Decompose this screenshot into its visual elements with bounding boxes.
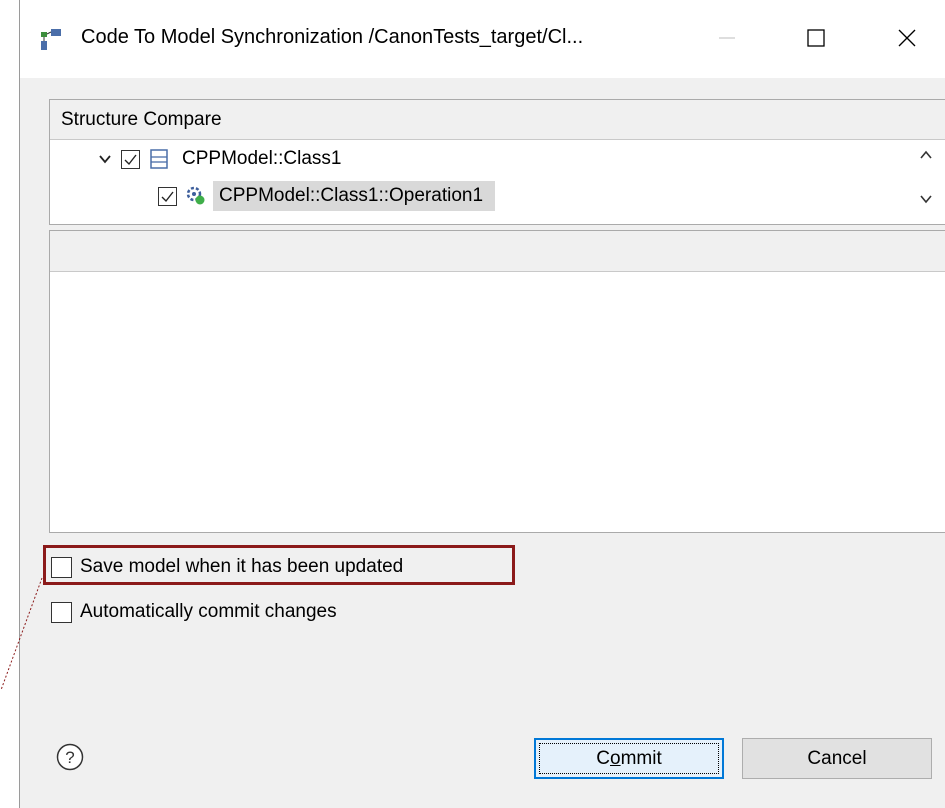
minimize-icon [719, 37, 735, 39]
scroll-down-button[interactable] [919, 192, 933, 211]
window-title: Code To Model Synchronization /CanonTest… [81, 26, 584, 48]
content-compare-header [50, 231, 945, 272]
auto-commit-option[interactable]: Automatically commit changes [51, 601, 337, 623]
save-model-option[interactable]: Save model when it has been updated [51, 556, 403, 578]
auto-commit-checkbox[interactable] [51, 601, 72, 623]
check-icon [161, 191, 174, 202]
structure-compare-panel: Structure Compare CPPModel::Class1 CPPMo… [49, 99, 945, 225]
sync-dialog: Code To Model Synchronization /CanonTest… [19, 0, 945, 808]
focus-ring [539, 743, 719, 774]
check-icon [124, 154, 137, 165]
auto-commit-label: Automatically commit changes [80, 601, 337, 622]
content-compare-panel [49, 230, 945, 533]
title-bar: Code To Model Synchronization /CanonTest… [20, 0, 945, 78]
save-model-label: Save model when it has been updated [80, 556, 404, 577]
app-icon [41, 29, 61, 50]
structure-compare-header: Structure Compare [50, 100, 945, 140]
tree-item-class1[interactable]: CPPModel::Class1 [94, 142, 341, 176]
svg-text:?: ? [65, 748, 74, 767]
save-model-checkbox[interactable] [51, 556, 72, 578]
operation-icon [185, 185, 207, 207]
class1-checkbox[interactable] [121, 149, 140, 169]
chevron-up-icon [920, 150, 932, 159]
minimize-button[interactable] [707, 18, 747, 58]
cancel-button[interactable]: Cancel [742, 738, 932, 779]
close-button[interactable] [887, 18, 927, 58]
chevron-down-icon [920, 195, 932, 204]
close-icon [898, 29, 916, 47]
tree-item-operation1[interactable]: CPPModel::Class1::Operation1 [158, 179, 496, 213]
operation1-checkbox[interactable] [158, 186, 177, 206]
maximize-icon [807, 29, 825, 47]
tree-item-label: CPPModel::Class1 [182, 148, 342, 169]
expand-toggle[interactable] [94, 148, 116, 170]
help-icon[interactable]: ? [55, 742, 85, 772]
commit-button[interactable]: Commit [534, 738, 724, 779]
scroll-up-button[interactable] [919, 148, 933, 167]
tree-item-label: CPPModel::Class1::Operation1 [213, 181, 496, 211]
maximize-button[interactable] [796, 18, 836, 58]
chevron-down-icon [99, 155, 111, 164]
structure-compare-title: Structure Compare [61, 109, 222, 130]
class-icon [148, 148, 170, 170]
